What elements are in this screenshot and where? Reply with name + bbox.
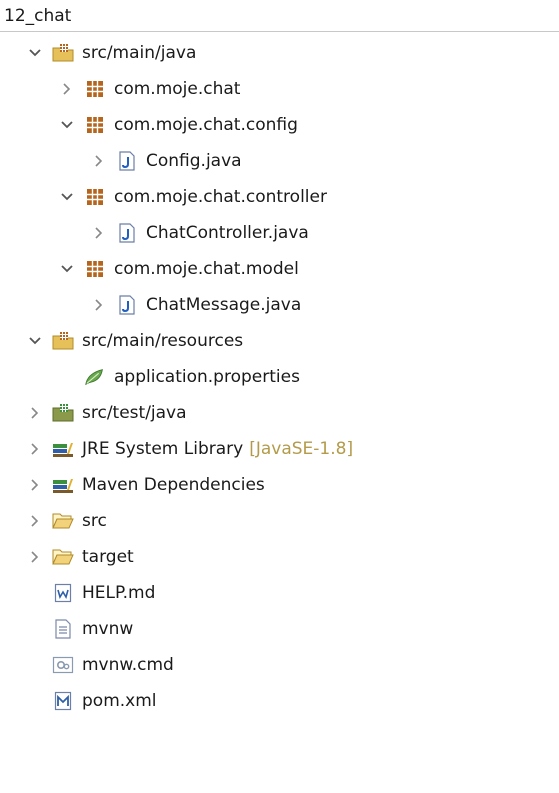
tree-item-src-main-resources[interactable]: src/main/resources [26,323,243,359]
chevron-right-icon[interactable] [26,440,44,458]
tree-item-label: target [82,547,134,567]
project-title-label: 12_chat [4,6,72,26]
tree-item-file-mvnw[interactable]: mvnw [26,611,133,647]
chevron-down-icon[interactable] [26,332,44,350]
java-file-icon [116,222,138,244]
chevron-down-icon[interactable] [58,188,76,206]
chevron-right-icon[interactable] [26,404,44,422]
tree-item-label: com.moje.chat.model [114,259,299,279]
tree-item-maven-dependencies[interactable]: Maven Dependencies [26,467,265,503]
tree-item-label: Config.java [146,151,242,171]
tree-item-folder-src[interactable]: src [26,503,107,539]
tree-item-file-mvnw-cmd[interactable]: mvnw.cmd [26,647,174,683]
maven-pom-icon [52,690,74,712]
tree-item-label: application.properties [114,367,300,387]
tree-item-src-main-java[interactable]: src/main/java [26,35,196,71]
chevron-right-icon[interactable] [26,512,44,530]
tree-item-label: src/main/java [82,43,197,63]
package-icon [84,114,106,136]
tree-item-label: mvnw.cmd [82,655,174,675]
chevron-right-icon[interactable] [26,548,44,566]
java-file-icon [116,150,138,172]
text-file-icon [52,618,74,640]
tree-item-label: ChatController.java [146,223,309,243]
chevron-down-icon[interactable] [58,116,76,134]
tree-item-file-pom-xml[interactable]: pom.xml [26,683,157,719]
tree-item-label: HELP.md [82,583,156,603]
package-icon [84,258,106,280]
tree-item-jre-system-library[interactable]: JRE System Library [JavaSE-1.8] [26,431,353,467]
cmd-file-icon [52,654,74,676]
tree-item-file-config-java[interactable]: Config.java [90,143,242,179]
chevron-down-icon[interactable] [26,44,44,62]
package-icon [84,78,106,100]
chevron-right-icon[interactable] [90,224,108,242]
tree-item-label: pom.xml [82,691,157,711]
properties-file-icon [84,366,106,388]
chevron-right-icon[interactable] [26,476,44,494]
tree-item-label: ChatMessage.java [146,295,302,315]
folder-icon [52,510,74,532]
tree-item-label: com.moje.chat [114,79,241,99]
java-file-icon [116,294,138,316]
chevron-right-icon[interactable] [90,152,108,170]
tree-item-file-chatcontroller-java[interactable]: ChatController.java [90,215,309,251]
tree-item-label: Maven Dependencies [82,475,265,495]
tree-item-package-com-moje-chat-model[interactable]: com.moje.chat.model [58,251,299,287]
source-folder-icon [52,330,74,352]
chevron-right-icon[interactable] [58,80,76,98]
tree-item-file-chatmessage-java[interactable]: ChatMessage.java [90,287,301,323]
tree-item-label: mvnw [82,619,134,639]
markdown-file-icon [52,582,74,604]
library-icon [52,474,74,496]
chevron-down-icon[interactable] [58,260,76,278]
tree-item-label: src [82,511,107,531]
package-icon [84,186,106,208]
tree-item-label: src/test/java [82,403,187,423]
chevron-right-icon[interactable] [90,296,108,314]
source-folder-icon [52,42,74,64]
tree-item-package-com-moje-chat[interactable]: com.moje.chat [58,71,240,107]
tree-item-package-com-moje-chat-controller[interactable]: com.moje.chat.controller [58,179,327,215]
jre-version-decoration: [JavaSE-1.8] [249,439,354,459]
tree-item-file-help-md[interactable]: HELP.md [26,575,155,611]
project-title: 12_chat [0,0,559,32]
tree-item-label: src/main/resources [82,331,244,351]
folder-icon [52,546,74,568]
source-folder-icon [52,402,74,424]
library-icon [52,438,74,460]
tree-item-label: com.moje.chat.config [114,115,298,135]
tree-item-folder-target[interactable]: target [26,539,134,575]
tree-item-package-com-moje-chat-config[interactable]: com.moje.chat.config [58,107,298,143]
tree-item-label: com.moje.chat.controller [114,187,327,207]
tree-item-file-application-properties[interactable]: application.properties [58,359,300,395]
tree-item-src-test-java[interactable]: src/test/java [26,395,187,431]
tree-item-label: JRE System Library [82,439,244,459]
